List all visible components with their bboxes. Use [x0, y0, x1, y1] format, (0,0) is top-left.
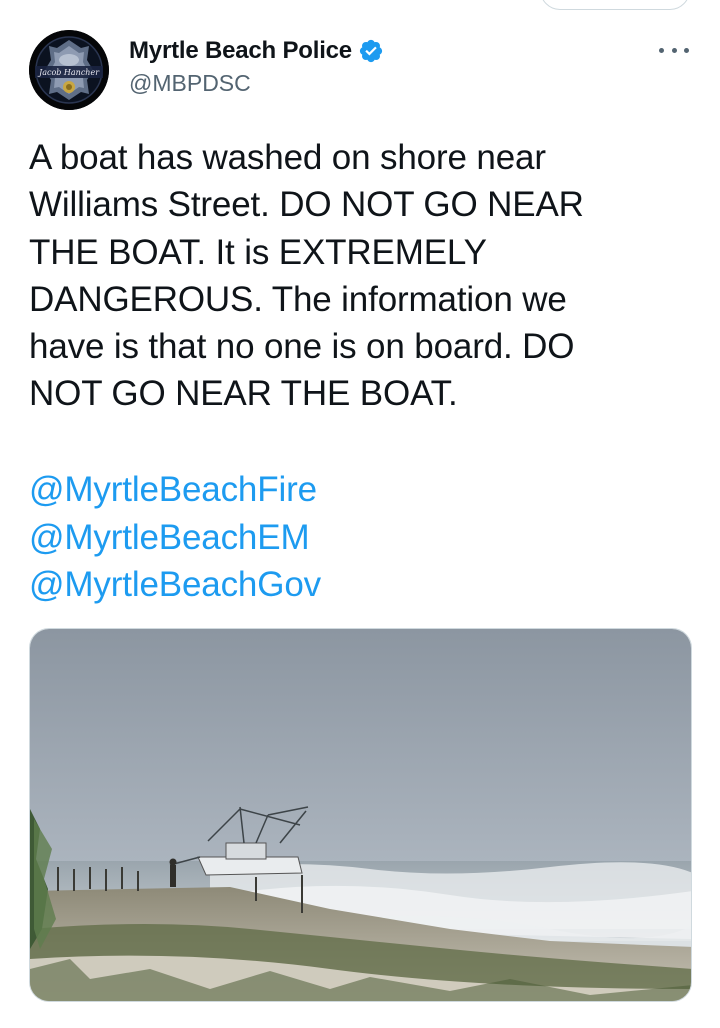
more-options-icon[interactable]: [659, 40, 689, 60]
police-badge-icon: Jacob Hancher: [29, 30, 109, 110]
avatar[interactable]: Jacob Hancher: [29, 30, 109, 110]
author-display-name[interactable]: Myrtle Beach Police: [129, 37, 352, 65]
mention-link-fire[interactable]: @MyrtleBeachFire: [29, 466, 317, 514]
tweet-photo[interactable]: [29, 628, 692, 1002]
mention-link-em[interactable]: @MyrtleBeachEM: [29, 514, 310, 562]
follow-button-partial[interactable]: [540, 0, 690, 10]
mention-link-gov[interactable]: @MyrtleBeachGov: [29, 561, 321, 609]
author-handle[interactable]: @MBPDSC: [129, 70, 384, 97]
verified-badge-icon: [359, 39, 383, 63]
tweet-mentions: @MyrtleBeachFire @MyrtleBeachEM @MyrtleB…: [29, 466, 321, 609]
beach-boat-photo: [30, 629, 691, 1001]
tweet-header: Jacob Hancher Myrtle Beach Police @MBPDS…: [29, 30, 691, 112]
tweet-text: A boat has washed on shore near Williams…: [29, 138, 584, 414]
svg-text:Jacob Hancher: Jacob Hancher: [37, 68, 100, 77]
